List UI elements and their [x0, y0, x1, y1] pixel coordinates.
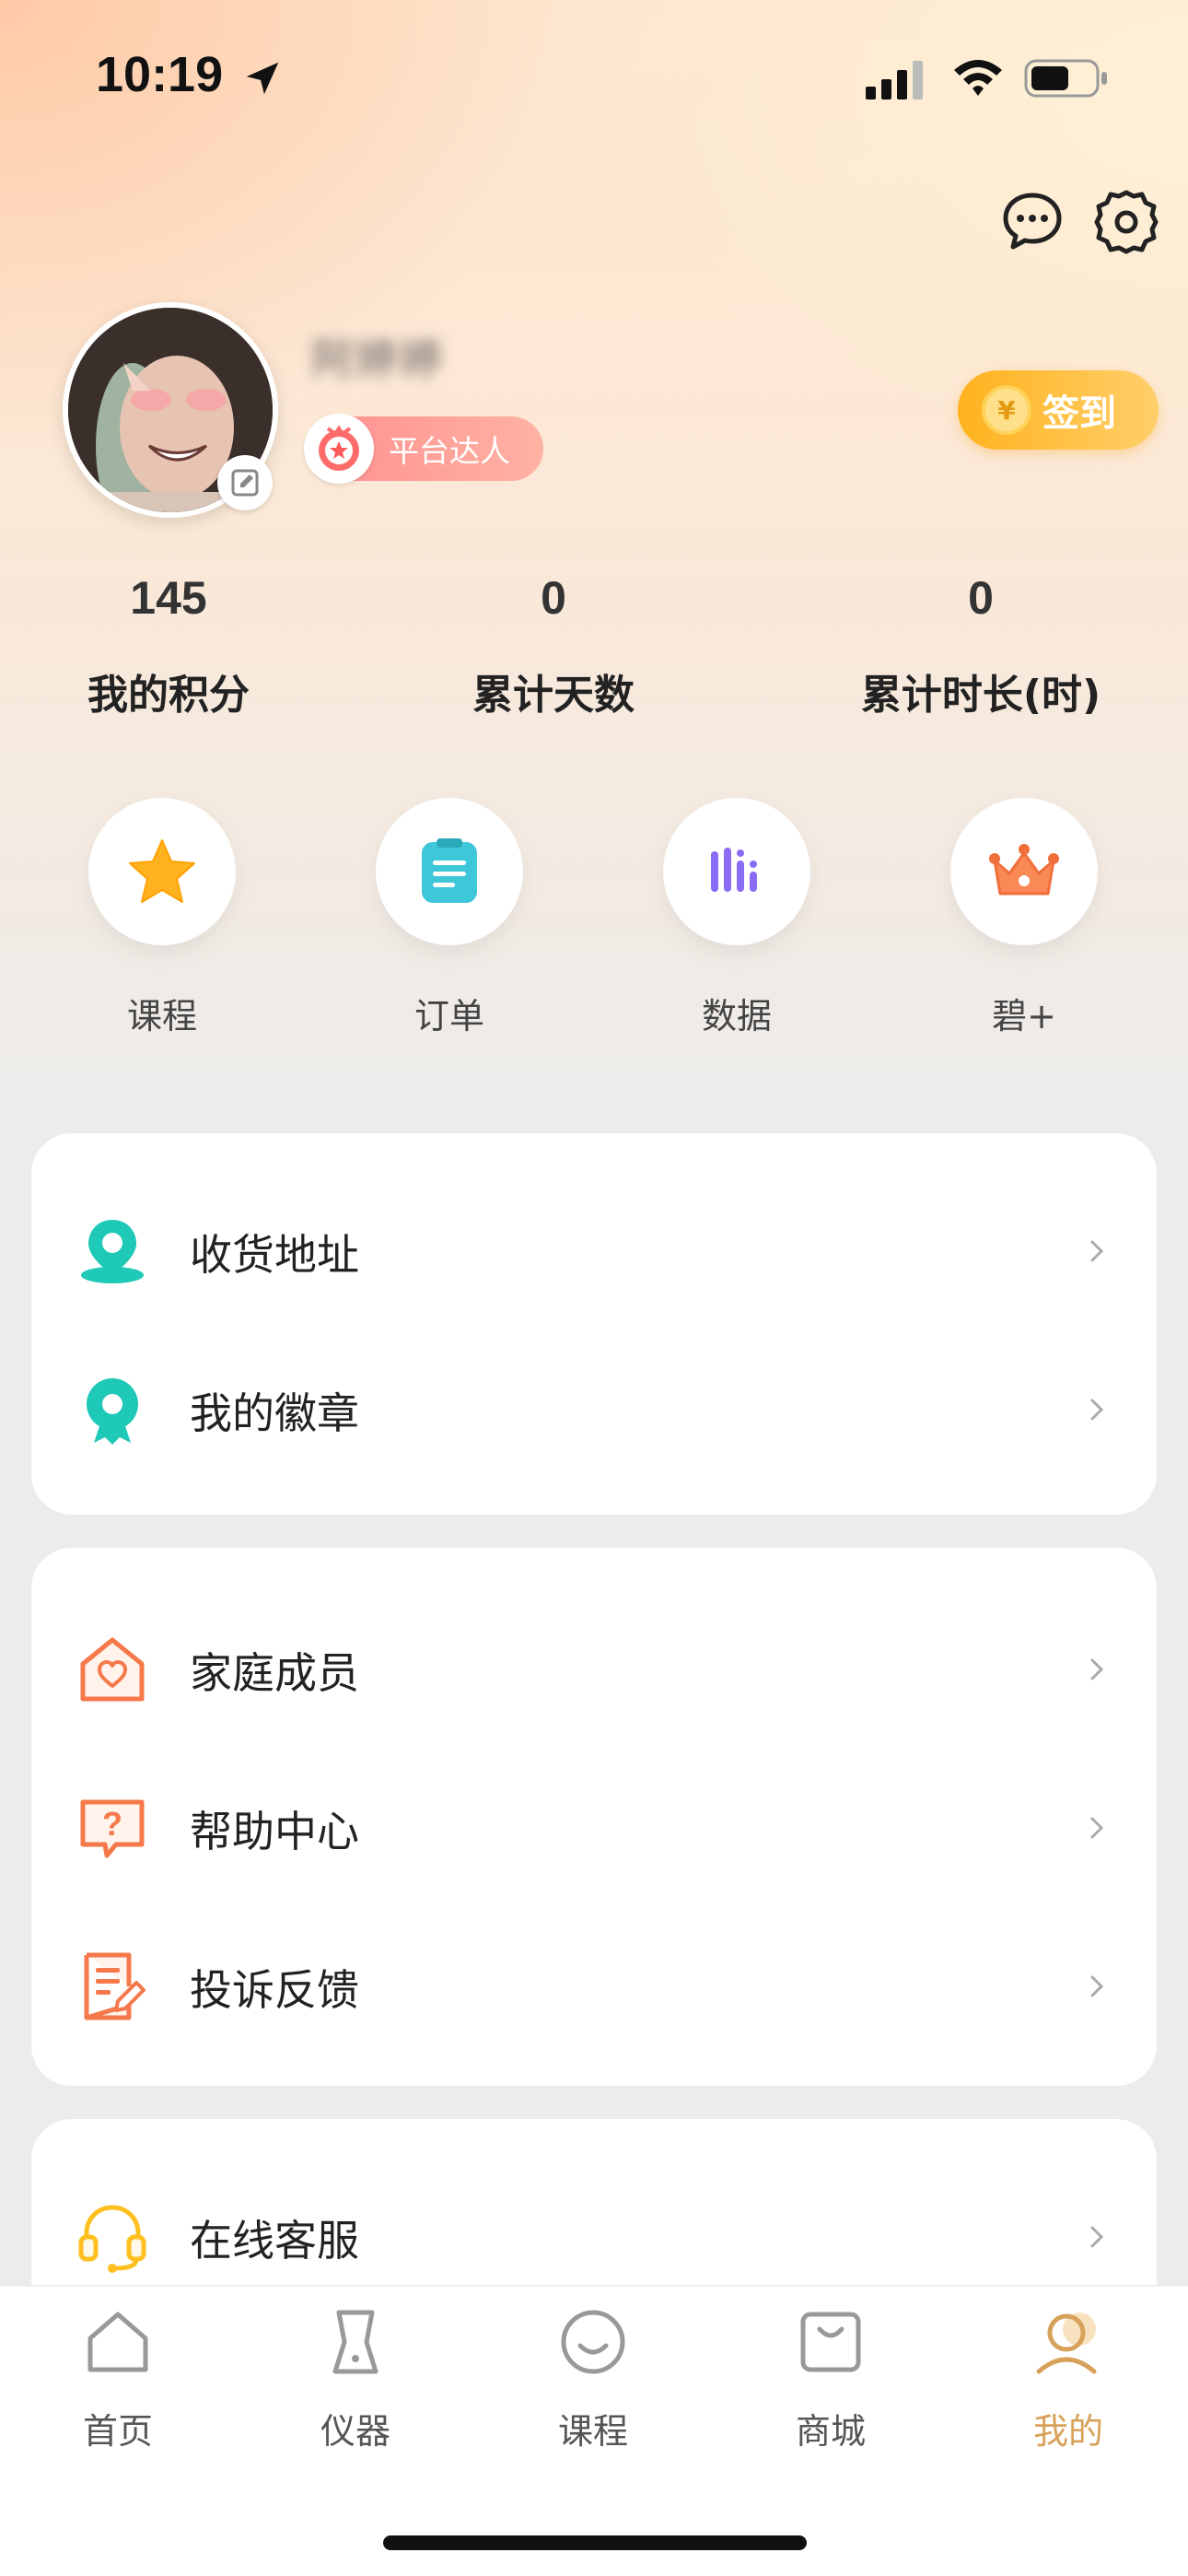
quick-action-label: 订单 — [413, 996, 484, 1036]
stat-days[interactable]: 0 累计天数 — [402, 571, 705, 720]
stat-label: 我的积分 — [87, 672, 250, 719]
tab-label: 首页 — [82, 2411, 153, 2452]
stat-value: 0 — [968, 572, 994, 624]
menu-item-label: 投诉反馈 — [190, 1965, 359, 2015]
location-arrow-icon — [246, 62, 279, 95]
menu-item-feedback[interactable]: 投诉反馈 — [31, 1900, 1157, 2058]
profile-icon — [1036, 2313, 1097, 2374]
tab-device[interactable]: 仪器 — [273, 2305, 438, 2453]
battery-icon — [1024, 59, 1107, 98]
level-badge[interactable]: 平台达人 — [304, 414, 543, 484]
message-icon[interactable] — [1000, 190, 1065, 254]
tab-bar: 首页 仪器 课程 商城 我的 — [0, 2285, 1188, 2576]
bars-icon — [711, 848, 757, 892]
tab-label: 课程 — [557, 2411, 628, 2452]
quick-action-label: 碧+ — [992, 996, 1056, 1036]
tab-profile[interactable]: 我的 — [985, 2305, 1151, 2453]
crown-icon — [989, 844, 1059, 896]
stat-label: 累计天数 — [472, 672, 635, 719]
menu-item-label: 家庭成员 — [190, 1648, 359, 1698]
stat-value: 0 — [541, 572, 566, 624]
menu-item-badges[interactable]: 我的徽章 — [31, 1323, 1157, 1481]
quick-action-label: 课程 — [126, 996, 197, 1036]
coin-icon: ¥ — [982, 385, 1031, 435]
tab-label: 仪器 — [320, 2411, 390, 2452]
tab-label: 商城 — [795, 2411, 866, 2452]
username: 阿婷婷 — [311, 334, 444, 384]
shopping-bag-icon — [800, 2312, 861, 2372]
menu-item-address[interactable]: 收货地址 — [31, 1165, 1157, 1323]
stat-duration[interactable]: 0 累计时长(时) — [829, 571, 1133, 720]
status-time: 10:19 — [96, 47, 224, 102]
tab-courses[interactable]: 课程 — [510, 2305, 676, 2453]
svg-text:?: ? — [102, 1805, 122, 1843]
menu-item-label: 在线客服 — [190, 2216, 359, 2266]
location-pin-icon — [81, 1220, 144, 1283]
checkin-button[interactable]: ¥ 签到 — [958, 370, 1159, 450]
home-icon — [87, 2312, 148, 2372]
chevron-right-icon — [1090, 2226, 1104, 2248]
house-heart-icon — [80, 1637, 145, 1702]
stat-label: 累计时长(时) — [860, 672, 1101, 719]
home-indicator — [383, 2535, 807, 2550]
chevron-right-icon — [1090, 1658, 1104, 1680]
badge-label: 平台达人 — [389, 433, 510, 469]
chevron-right-icon — [1090, 1817, 1104, 1839]
tab-mall[interactable]: 商城 — [748, 2305, 914, 2453]
smile-icon — [561, 2310, 625, 2374]
menu-card-account: 收货地址 我的徽章 — [31, 1133, 1157, 1515]
medal-badge-icon — [304, 414, 374, 484]
quick-action-course[interactable]: 课程 — [79, 798, 245, 1038]
chevron-right-icon — [1090, 1240, 1104, 1262]
quick-action-orders[interactable]: 订单 — [367, 798, 532, 1038]
tab-home[interactable]: 首页 — [35, 2305, 201, 2453]
menu-item-label: 我的徽章 — [190, 1388, 359, 1438]
chevron-right-icon — [1090, 1399, 1104, 1421]
quick-action-vip[interactable]: 碧+ — [941, 798, 1107, 1038]
status-bar: 10:19 — [0, 0, 1188, 157]
clipboard-icon — [422, 838, 477, 903]
wifi-icon — [954, 60, 1002, 96]
help-bubble-icon: ? — [80, 1799, 145, 1858]
edit-icon — [231, 469, 259, 497]
menu-item-label: 收货地址 — [190, 1230, 359, 1280]
device-icon — [332, 2310, 379, 2374]
stat-value: 145 — [130, 572, 207, 624]
edit-avatar-button[interactable] — [217, 455, 273, 510]
medal-icon — [87, 1378, 138, 1445]
gear-icon[interactable] — [1092, 188, 1160, 256]
menu-item-help[interactable]: ? 帮助中心 — [31, 1741, 1157, 1900]
tab-label: 我的 — [1032, 2411, 1103, 2452]
checkin-label: 签到 — [1042, 392, 1116, 435]
menu-item-label: 帮助中心 — [190, 1807, 359, 1856]
chevron-right-icon — [1090, 1975, 1104, 1997]
headset-icon — [78, 2205, 146, 2273]
menu-card-support: 家庭成员 ? 帮助中心 投诉反馈 — [31, 1548, 1157, 2086]
menu-item-family[interactable]: 家庭成员 — [31, 1583, 1157, 1741]
quick-action-label: 数据 — [701, 996, 772, 1036]
stat-points[interactable]: 145 我的积分 — [17, 571, 320, 720]
star-icon — [129, 839, 195, 903]
feedback-doc-icon — [84, 1952, 146, 2020]
cellular-signal-icon — [866, 61, 923, 100]
quick-action-data[interactable]: 数据 — [654, 798, 820, 1038]
